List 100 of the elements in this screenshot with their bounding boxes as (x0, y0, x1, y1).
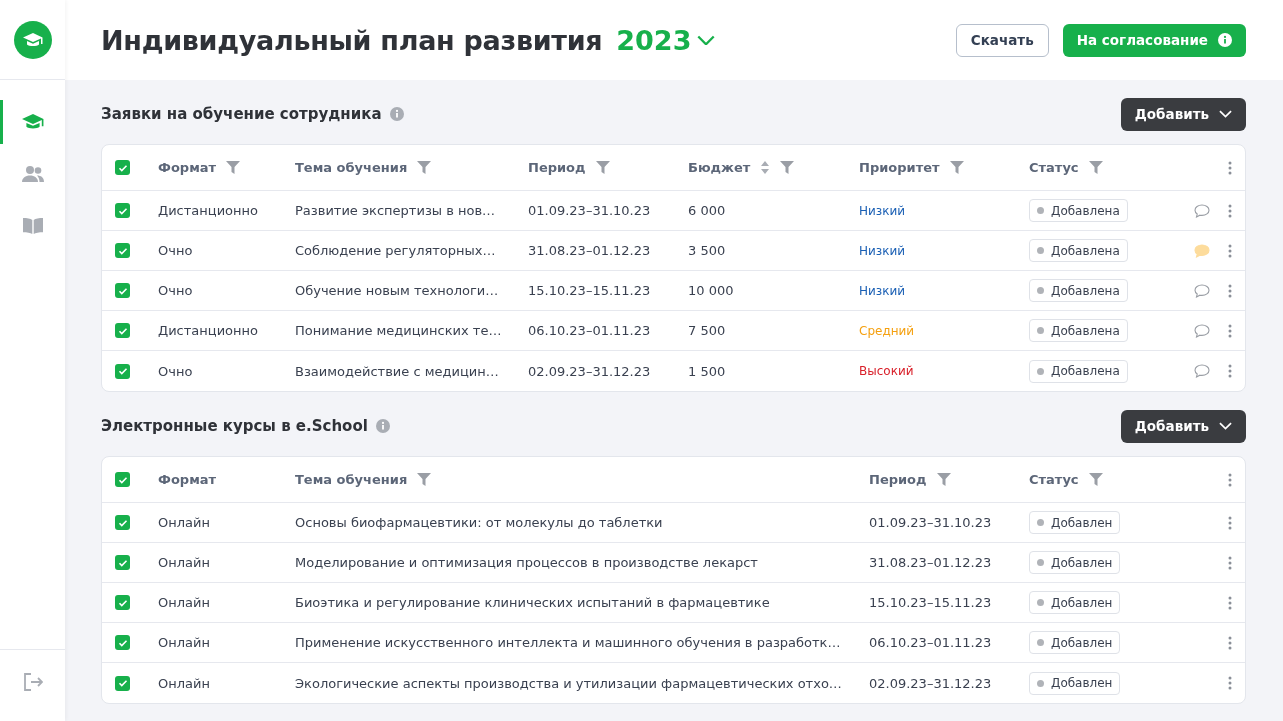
column-header: Бюджет (688, 160, 751, 175)
row-checkbox[interactable] (115, 363, 130, 379)
table-cell-text: Биоэтика и регулирование клинических испытаний в фармацевтике (295, 595, 771, 610)
checkmark-icon (117, 366, 128, 376)
chevron-down-icon (1219, 422, 1232, 430)
status-tag: Добавлен (1029, 591, 1121, 614)
column-header: Статус (1029, 160, 1079, 175)
table-cell-text: 7 500 (688, 323, 727, 338)
graduation-cap-icon (21, 113, 44, 131)
row-checkbox[interactable] (115, 203, 130, 218)
table-cell-text: 3 500 (688, 243, 727, 258)
table-cell-text: Моделирование и оптимизация процессов в производстве лекарст (295, 555, 759, 570)
table-cell-text: Онлайн (158, 635, 211, 650)
table-cell-text: Развитие экспертизы в нов… (295, 203, 497, 218)
row-checkbox[interactable] (115, 515, 130, 530)
priority-label: Высокий (859, 364, 914, 378)
table-cell-text: Очно (158, 363, 194, 379)
table-cell-text: Основы биофармацевтики: от молекулы до таблетки (295, 515, 664, 530)
table-cell-text: Понимание медицинских те… (295, 323, 503, 338)
table-cell-text: 31.08.23–01.12.23 (869, 555, 993, 570)
checkmark-icon (117, 678, 128, 688)
filter-icon[interactable] (417, 161, 432, 174)
sort-icon[interactable] (760, 161, 771, 174)
row-checkbox[interactable] (115, 283, 130, 298)
row-checkbox[interactable] (115, 323, 130, 338)
info-icon (389, 107, 404, 121)
table-cell-text: Взаимодействие с медицин… (295, 363, 500, 379)
filter-icon[interactable] (417, 473, 432, 486)
column-header: Тема обучения (295, 472, 408, 487)
book-icon (21, 217, 44, 235)
filter-icon[interactable] (949, 161, 964, 174)
select-all-checkbox[interactable] (115, 472, 130, 487)
column-header: Формат (158, 472, 217, 487)
table-cell-text: Очно (158, 283, 194, 298)
graduation-cap-icon (22, 31, 43, 48)
table-cell-text: 6 000 (688, 203, 727, 218)
table-cell-text: Применение искусственного интеллекта и машинного обучения в разработк… (295, 635, 842, 650)
filter-icon[interactable] (936, 473, 951, 486)
table-cell-text: Онлайн (158, 675, 211, 691)
filter-icon[interactable] (1088, 161, 1103, 174)
download-button[interactable]: Скачать (955, 23, 1049, 57)
table-cell-text: Экологические аспекты производства и утилизации фармацевтических отхо… (295, 675, 843, 691)
table-cell-text: Соблюдение регуляторных… (295, 243, 497, 258)
info-icon (375, 419, 390, 433)
status-tag: Добавлена (1029, 199, 1128, 222)
row-checkbox[interactable] (115, 635, 130, 650)
filter-icon[interactable] (1088, 473, 1103, 486)
page-title: Индивидуальный план развития (101, 24, 603, 56)
table-cell-text: 01.09.23–31.10.23 (528, 203, 652, 218)
table-cell-text: 06.10.23–01.11.23 (869, 635, 993, 650)
column-header: Тема обучения (295, 160, 408, 175)
table-cell-text: Дистанционно (158, 203, 259, 218)
status-tag: Добавлена (1029, 319, 1128, 342)
table-cell-text: Онлайн (158, 555, 211, 570)
logo-icon[interactable] (13, 20, 52, 59)
table-cell-text: Онлайн (158, 595, 211, 610)
table-cell-text: 15.10.23–15.11.23 (869, 595, 993, 610)
column-header: Приоритет (859, 160, 940, 175)
table-cell-text: 15.10.23–15.11.23 (528, 283, 652, 298)
filter-icon[interactable] (595, 161, 610, 174)
status-tag: Добавлен (1029, 551, 1121, 574)
column-header: Формат (158, 160, 217, 175)
filter-icon[interactable] (226, 161, 241, 174)
priority-label: Низкий (859, 203, 906, 218)
info-icon (1218, 33, 1232, 47)
chevron-down-icon (1219, 110, 1232, 118)
table-cell-text: Онлайн (158, 515, 211, 530)
column-header: Статус (1029, 472, 1079, 487)
table-cell-text: 02.09.23–31.12.23 (528, 363, 652, 379)
table-cell-text: Очно (158, 243, 194, 258)
chevron-down-icon (697, 34, 716, 46)
row-checkbox[interactable] (115, 595, 130, 610)
table-cell-text: 01.09.23–31.10.23 (869, 515, 993, 530)
priority-label: Низкий (859, 283, 906, 298)
section-title: Электронные курсы в e.School (101, 417, 368, 435)
status-tag: Добавлена (1029, 279, 1128, 302)
section-title: Заявки на обучение сотрудника (101, 105, 382, 123)
add-button[interactable]: Добавить (1120, 409, 1246, 443)
status-tag: Добавлена (1029, 359, 1128, 383)
logout-icon[interactable] (22, 672, 43, 691)
table-cell-text: Дистанционно (158, 323, 259, 338)
status-tag: Добавлен (1029, 671, 1121, 695)
priority-label: Низкий (859, 243, 906, 258)
row-checkbox[interactable] (115, 243, 130, 258)
status-tag: Добавлен (1029, 631, 1121, 654)
row-checkbox[interactable] (115, 555, 130, 570)
select-all-checkbox[interactable] (115, 160, 130, 175)
column-header: Период (869, 472, 927, 487)
table-cell-text: 06.10.23–01.11.23 (528, 323, 652, 338)
filter-icon[interactable] (780, 161, 795, 174)
table-cell-text: Обучение новым технологи… (295, 283, 500, 298)
table-cell-text: 1 500 (688, 363, 727, 379)
add-button[interactable]: Добавить (1120, 97, 1246, 131)
status-tag: Добавлена (1029, 239, 1128, 262)
table-cell-text: 10 000 (688, 283, 735, 298)
people-icon (21, 165, 44, 183)
table-cell-text: 02.09.23–31.12.23 (869, 675, 993, 691)
row-checkbox[interactable] (115, 675, 130, 691)
priority-label: Средний (859, 323, 915, 338)
table-cell-text: 31.08.23–01.12.23 (528, 243, 652, 258)
